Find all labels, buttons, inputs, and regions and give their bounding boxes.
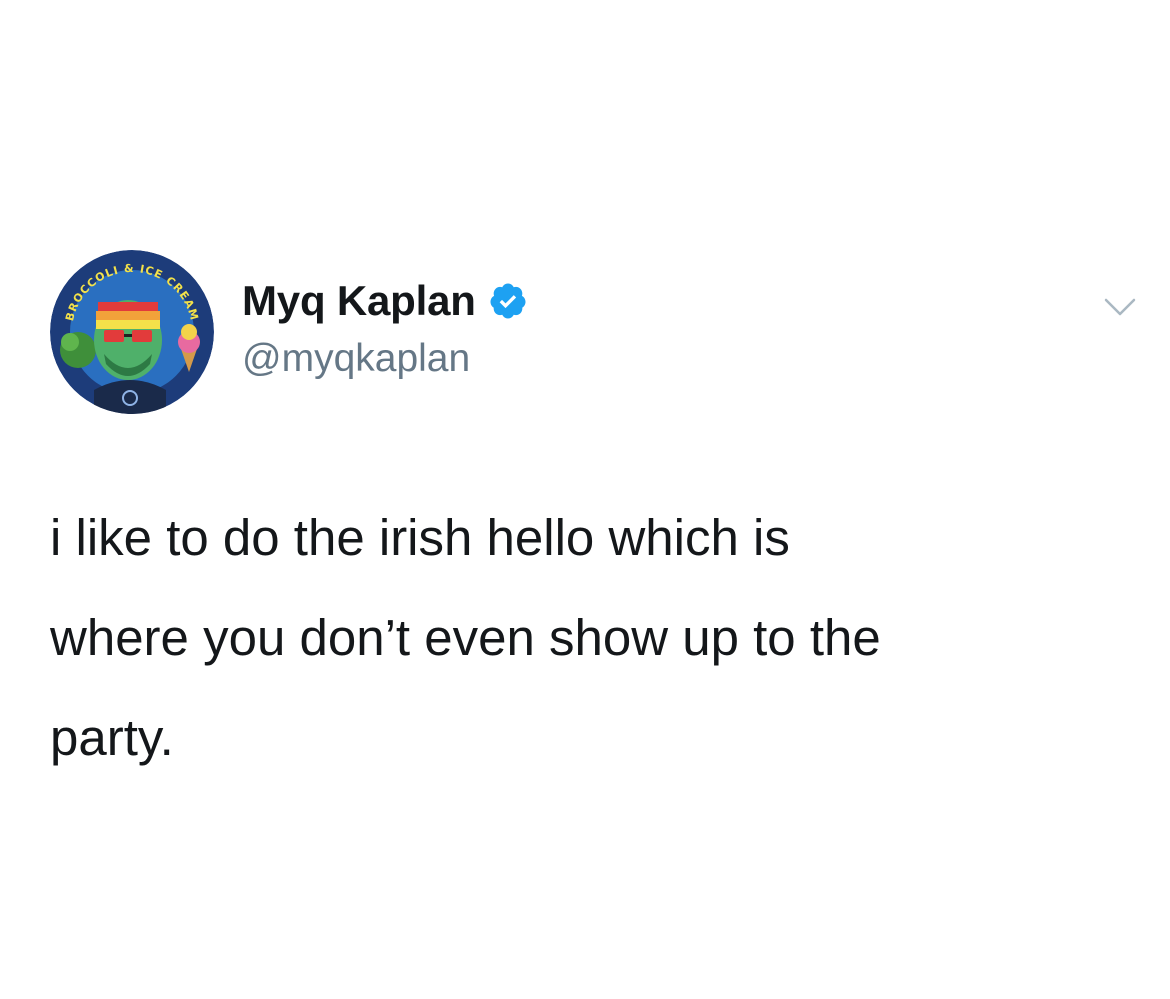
verified-badge-icon bbox=[488, 281, 528, 321]
tweet-text-line: where you don’t even show up to the bbox=[50, 609, 881, 666]
tweet-text-line: i like to do the irish hello which is bbox=[50, 509, 790, 566]
tweet-text-line: party. bbox=[50, 709, 174, 766]
tweet-card: BROCCOLI & ICE CREAM Myq Kaplan @myqkapl… bbox=[0, 0, 1170, 999]
avatar-illustration: BROCCOLI & ICE CREAM bbox=[50, 250, 214, 414]
author-name-row[interactable]: Myq Kaplan bbox=[242, 276, 528, 326]
author-handle[interactable]: @myqkaplan bbox=[242, 337, 470, 381]
avatar[interactable]: BROCCOLI & ICE CREAM bbox=[50, 250, 214, 414]
chevron-down-icon[interactable] bbox=[1098, 286, 1142, 330]
author-display-name[interactable]: Myq Kaplan bbox=[242, 277, 476, 325]
tweet-text: i like to do the irish hello which is wh… bbox=[50, 488, 1130, 788]
